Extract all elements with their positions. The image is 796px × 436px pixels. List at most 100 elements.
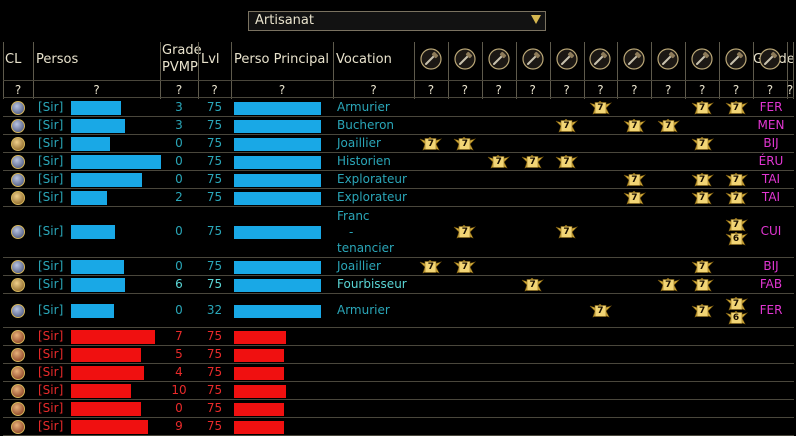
character-name-bar[interactable] (71, 100, 121, 115)
header-grade[interactable]: Grade (162, 43, 202, 58)
header-vocation[interactable]: Vocation (336, 52, 392, 67)
filter-question-cell[interactable]: ? (787, 82, 793, 98)
character-name-bar[interactable] (71, 383, 131, 398)
header-cl[interactable]: CL (5, 52, 21, 67)
filter-question-cell[interactable]: ? (753, 82, 787, 98)
filter-question-cell[interactable]: ? (160, 82, 198, 98)
filter-question-cell[interactable]: ? (482, 82, 516, 98)
header-perso-principal[interactable]: Perso Principal (234, 52, 329, 67)
table-row[interactable]: [Sir] 0 75 Franc - tenancier CUI 7 7 7 6 (3, 207, 794, 257)
level: 75 (206, 382, 223, 397)
badge-number: 7 (699, 279, 706, 290)
filter-question-cell[interactable]: ? (33, 82, 160, 98)
character-name-bar[interactable] (71, 190, 107, 205)
mallet-icon[interactable] (691, 48, 713, 70)
main-character-bar[interactable] (234, 260, 321, 274)
table-row[interactable]: [Sir] 3 75 Bucheron MEN 7 7 7 (3, 117, 794, 134)
class-icon (11, 100, 25, 115)
main-character-bar[interactable] (234, 348, 284, 362)
filter-question-cell[interactable]: ? (550, 82, 584, 98)
pvmp-grade: 5 (175, 346, 183, 361)
filter-question-cell[interactable]: ? (685, 82, 719, 98)
guild-tag: FAB (759, 276, 783, 291)
class-icon (11, 225, 25, 239)
filter-question-cell[interactable]: ? (651, 82, 685, 98)
table-row[interactable]: [Sir] 6 75 Fourbisseur FAB 7 7 7 (3, 276, 794, 293)
chisel-icon[interactable] (589, 48, 612, 70)
main-character-bar[interactable] (234, 402, 284, 416)
level: 32 (206, 302, 223, 317)
guild-tag: CUI (760, 224, 782, 238)
main-character-bar[interactable] (234, 330, 286, 344)
table-row[interactable]: [Sir] 0 75 Explorateur TAI 7 7 7 (3, 171, 794, 188)
hammer-icon[interactable] (725, 48, 747, 70)
character-name-bar[interactable] (71, 118, 125, 133)
main-character-bar[interactable] (234, 366, 284, 380)
character-name-bar[interactable] (71, 419, 148, 434)
filter-question-cell[interactable]: ? (719, 82, 753, 98)
character-name-bar[interactable] (71, 172, 142, 187)
main-character-bar[interactable] (234, 226, 321, 239)
filter-question-cell[interactable]: ? (617, 82, 651, 98)
saw-icon[interactable] (454, 48, 476, 70)
crafting-filter-dropdown[interactable]: Artisanat (248, 11, 546, 31)
table-row[interactable]: [Sir] 5 75 (3, 346, 794, 363)
main-character-bar[interactable] (234, 101, 321, 115)
filter-question-cell[interactable]: ? (333, 82, 414, 98)
filter-question-cell[interactable]: ? (516, 82, 550, 98)
hammer-icon[interactable] (488, 48, 510, 70)
main-character-bar[interactable] (234, 155, 321, 169)
class-icon (11, 383, 25, 398)
table-row[interactable]: [Sir] 7 75 (3, 328, 794, 345)
main-character-bar[interactable] (234, 173, 321, 187)
character-name-bar[interactable] (71, 259, 124, 274)
main-character-bar[interactable] (234, 137, 321, 151)
filter-question-cell[interactable]: ? (198, 82, 231, 98)
main-character-bar[interactable] (234, 384, 286, 398)
craft-level-badge: 7 (691, 277, 714, 292)
table-row[interactable]: [Sir] 4 75 (3, 364, 794, 381)
main-character-bar[interactable] (234, 420, 284, 434)
character-name-bar[interactable] (71, 347, 141, 362)
badge-number: 7 (495, 156, 502, 167)
compass-icon[interactable] (420, 48, 442, 70)
table-row[interactable]: [Sir] 0 75 Joaillier BIJ 7 7 7 (3, 135, 794, 152)
knife-icon[interactable] (657, 48, 679, 70)
main-character-bar[interactable] (234, 191, 321, 205)
table-row[interactable]: [Sir] 0 75 Joaillier BIJ 7 7 7 (3, 258, 794, 275)
filter-question-cell[interactable]: ? (414, 82, 448, 98)
main-character-bar[interactable] (234, 119, 321, 133)
hammer-icon[interactable] (522, 48, 544, 70)
header-persos[interactable]: Persos (36, 52, 78, 67)
character-name-bar[interactable] (71, 329, 155, 344)
character-name-bar[interactable] (71, 303, 114, 318)
table-row[interactable]: [Sir] 0 32 Armurier FER 7 7 7 6 (3, 294, 794, 327)
character-name-bar[interactable] (71, 277, 125, 292)
table-row[interactable]: [Sir] 0 75 (3, 400, 794, 417)
character-name-bar[interactable] (71, 401, 141, 416)
badge-number: 7 (631, 120, 638, 131)
vocation: Franc - tenancier (337, 209, 394, 255)
header-lvl[interactable]: Lvl (201, 52, 220, 67)
filter-question-cell[interactable]: ? (584, 82, 618, 98)
main-character-bar[interactable] (234, 304, 321, 318)
table-row[interactable]: [Sir] 3 75 Armurier FER 7 7 7 (3, 99, 794, 116)
table-row[interactable]: [Sir] 10 75 (3, 382, 794, 399)
character-name-bar[interactable] (71, 225, 115, 239)
header-pvmp[interactable]: PVMP (162, 60, 198, 75)
character-name-bar[interactable] (71, 365, 144, 380)
pickaxe-icon[interactable] (623, 48, 645, 70)
table-row[interactable]: [Sir] 0 75 Historien ÉRU 7 7 7 (3, 153, 794, 170)
main-character-bar[interactable] (234, 278, 321, 292)
filter-question-cell[interactable]: ? (231, 82, 333, 98)
table-row[interactable]: [Sir] 2 75 Explorateur TAI 7 7 7 (3, 189, 794, 206)
craft-level-badge: 7 (623, 118, 646, 133)
axe-icon[interactable] (555, 48, 578, 70)
craft-level-badge: 7 (725, 296, 748, 311)
mace-icon[interactable] (759, 48, 781, 70)
character-name-bar[interactable] (71, 136, 110, 151)
filter-question-cell[interactable]: ? (3, 82, 33, 98)
character-name-bar[interactable] (71, 154, 161, 169)
class-icon (11, 154, 25, 169)
filter-question-cell[interactable]: ? (448, 82, 482, 98)
